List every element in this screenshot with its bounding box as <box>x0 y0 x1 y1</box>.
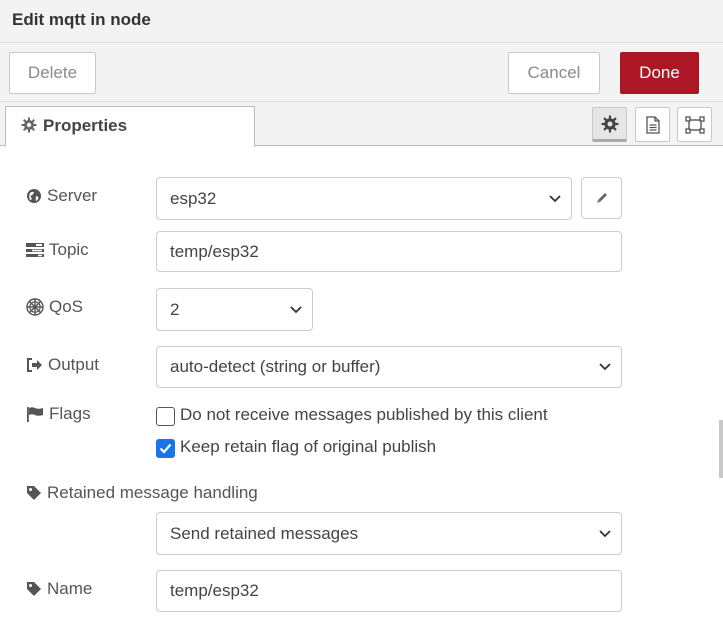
settings-tab-button[interactable] <box>592 107 627 142</box>
name-label-row: Name <box>26 579 92 599</box>
tasks-icon <box>26 243 44 257</box>
gear-icon <box>21 117 37 133</box>
qos-select[interactable]: 2 <box>156 288 313 331</box>
chevron-down-icon <box>599 363 611 371</box>
chevron-down-icon <box>599 529 611 537</box>
topic-value: temp/esp32 <box>170 241 259 261</box>
no-local-checkbox[interactable] <box>156 407 175 426</box>
retained-label: Retained message handling <box>47 483 258 502</box>
appearance-tab-button[interactable] <box>677 107 712 142</box>
qos-label: QoS <box>49 297 84 316</box>
retained-label-row: Retained message handling <box>26 483 258 503</box>
topic-input[interactable]: temp/esp32 <box>156 231 622 272</box>
qos-label-row: QoS <box>26 297 83 317</box>
output-label-row: Output <box>26 355 99 375</box>
name-label: Name <box>47 579 93 598</box>
retain-label: Keep retain flag of original publish <box>180 437 437 456</box>
delete-button[interactable]: Delete <box>9 52 96 94</box>
server-label-row: Server <box>26 186 97 206</box>
retained-value: Send retained messages <box>170 523 359 543</box>
output-value: auto-detect (string or buffer) <box>170 357 381 376</box>
flag-icon <box>27 407 43 422</box>
server-label: Server <box>47 186 98 205</box>
cancel-button[interactable]: Cancel <box>508 52 600 94</box>
done-button[interactable]: Done <box>620 52 699 94</box>
flags-label: Flags <box>49 404 91 423</box>
tab-properties-label: Properties <box>43 116 128 135</box>
scrollbar-thumb[interactable] <box>719 420 723 478</box>
tab-bar: Properties <box>0 102 723 147</box>
frame-icon <box>684 115 705 134</box>
topic-label-row: Topic <box>26 240 89 260</box>
chevron-down-icon <box>549 194 561 202</box>
server-select[interactable]: esp32 <box>156 177 572 220</box>
tag-icon <box>27 486 41 500</box>
name-value: temp/esp32 <box>170 581 259 600</box>
checkmark-icon <box>159 443 172 454</box>
no-local-label: Do not receive messages published by thi… <box>180 405 548 424</box>
description-tab-button[interactable] <box>635 107 670 142</box>
server-value: esp32 <box>170 188 217 208</box>
edit-server-button[interactable] <box>581 177 622 219</box>
dialog-title: Edit mqtt in node <box>12 10 151 29</box>
retained-select[interactable]: Send retained messages <box>156 512 622 555</box>
document-icon <box>645 115 660 134</box>
topic-label: Topic <box>49 240 89 259</box>
retain-checkbox[interactable] <box>156 439 175 458</box>
sign-out-icon <box>27 358 42 372</box>
dialog-header: Edit mqtt in node <box>0 0 723 43</box>
output-select[interactable]: auto-detect (string or buffer) <box>156 346 622 388</box>
globe-icon <box>27 189 41 203</box>
qos-value: 2 <box>170 299 180 319</box>
chevron-down-icon <box>290 305 302 313</box>
tab-properties[interactable]: Properties <box>5 106 255 147</box>
tag-icon <box>27 582 41 596</box>
dialog-toolbar: Delete Cancel Done <box>0 43 723 102</box>
gear-icon <box>601 115 618 132</box>
empire-icon <box>26 298 44 316</box>
flags-label-row: Flags <box>26 404 91 424</box>
name-input[interactable]: temp/esp32 <box>156 570 622 612</box>
output-label: Output <box>48 355 100 374</box>
pencil-icon <box>596 193 607 203</box>
